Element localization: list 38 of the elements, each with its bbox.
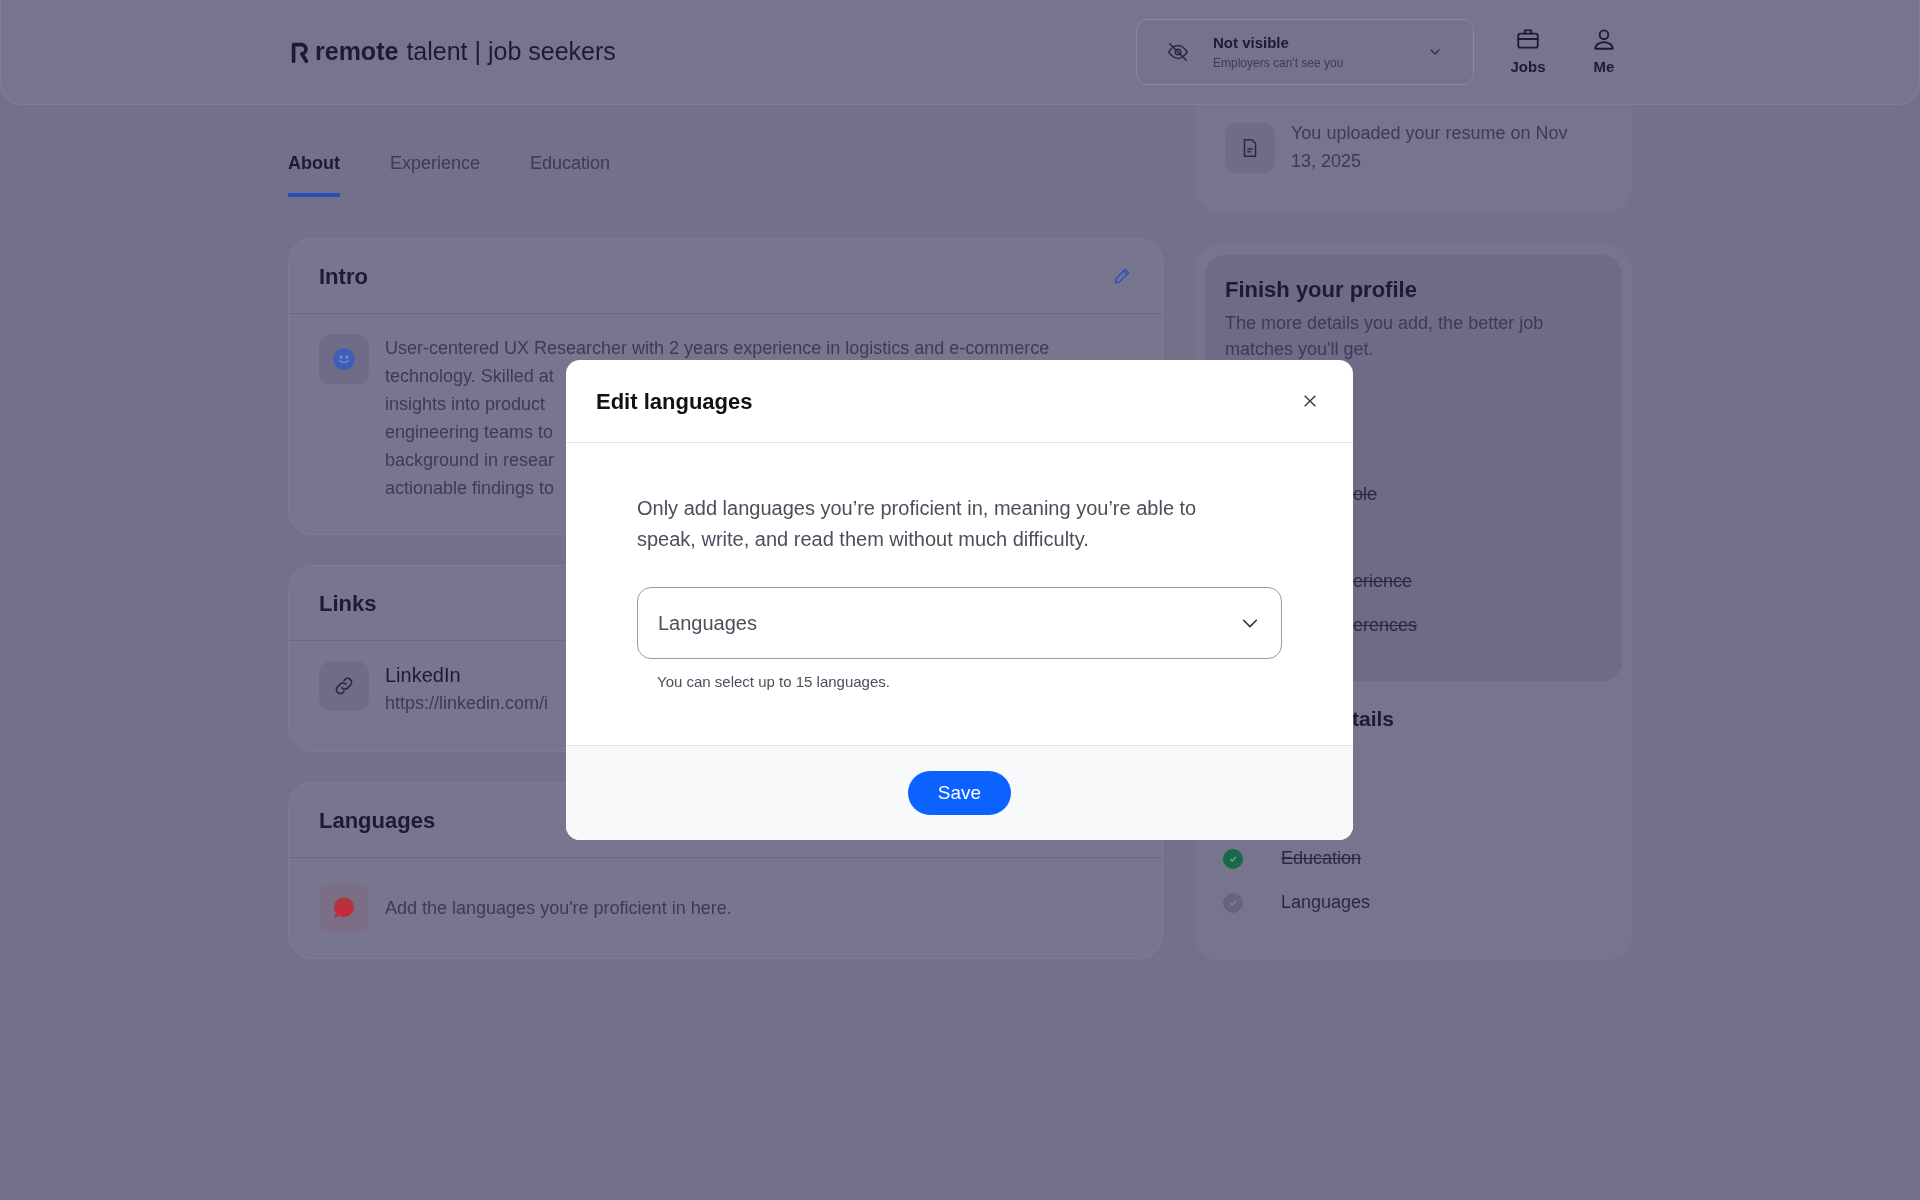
intro-text-line: engineering teams to (385, 421, 554, 444)
nav-button[interactable]: Jobs (1498, 25, 1558, 79)
checklist-item: erences (1353, 614, 1418, 637)
languages-select[interactable]: Languages (637, 587, 1282, 659)
intro-text-line: background in resear (385, 449, 555, 472)
languages-hint: Add the languages you're proficient in here. (385, 897, 732, 920)
intro-text-line: technology. Skilled at (385, 365, 554, 388)
tab[interactable]: Education (530, 150, 611, 197)
intro-text-line: insights into product (385, 393, 546, 416)
nav-button[interactable]: Me (1574, 25, 1634, 79)
card-title: Intro (319, 262, 368, 291)
link-name: LinkedIn (385, 663, 461, 688)
visibility-dropdown[interactable]: Not visible Employers can't see you (1136, 19, 1474, 85)
link-url[interactable]: https://linkedin.com/i (385, 689, 549, 717)
checklist-item: Languages (1281, 891, 1371, 914)
dialog-title: Edit languages (596, 387, 753, 416)
checklist-item: erience (1353, 570, 1413, 593)
tab[interactable]: Experience (390, 150, 481, 197)
resume-upload-text: You uploaded your resume on Nov 13, 2025 (1291, 122, 1569, 173)
eye-off-icon (1167, 41, 1189, 63)
dialog-text: Only add languages you’re proficient in, meaning you’re able to speak, write, and read them without much difficulty. (637, 496, 1198, 552)
card-title: Links (319, 589, 377, 618)
tab[interactable]: About (288, 150, 340, 197)
intro-text-line: User-centered UX Researcher with 2 years experience in logistics and e-commerce (385, 337, 1050, 360)
intro-text-line: actionable findings to (385, 477, 555, 500)
document-icon (1225, 123, 1275, 173)
logo[interactable]: remote talent | job seekers (289, 33, 616, 71)
save-button[interactable]: Save (907, 770, 1012, 816)
card-title: Finish your profile (1225, 276, 1418, 304)
card-title: Languages (319, 806, 436, 835)
checklist-item: ole (1353, 483, 1378, 506)
checklist-item: Education (1281, 847, 1362, 870)
smiley-icon (319, 334, 369, 384)
close-icon[interactable] (1302, 393, 1318, 409)
link-icon (319, 661, 369, 711)
chat-bubble-icon (319, 883, 369, 933)
help-text: You can select up to 15 languages. (657, 672, 890, 692)
section-title: tails (1352, 706, 1395, 732)
